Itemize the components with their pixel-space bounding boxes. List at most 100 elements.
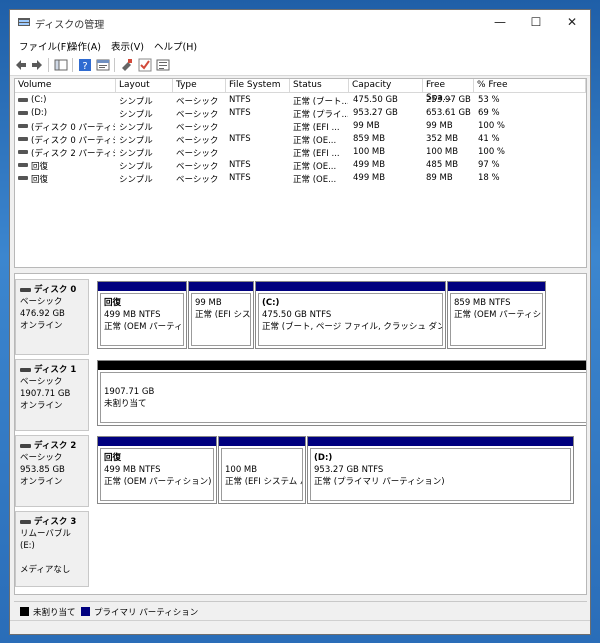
- partition-name: 回復: [104, 298, 122, 308]
- cell-free-space: 99 MB: [426, 121, 453, 131]
- toolbar-separator: [72, 58, 73, 72]
- partition[interactable]: 回復 499 MB NTFS 正常 (OEM パーティション): [97, 436, 217, 504]
- partition-status: 正常 (EFI シス: [195, 310, 251, 320]
- cell-capacity: 99 MB: [353, 121, 380, 131]
- menu-bar: ファイル(F) 操作(A) 表示(V) ヘルプ(H): [10, 36, 590, 54]
- partition-size: 499 MB NTFS: [104, 465, 161, 475]
- cell-capacity: 499 MB: [353, 160, 386, 170]
- partition-size: 953.27 GB NTFS: [314, 465, 384, 475]
- partition[interactable]: 99 MB 正常 (EFI シス: [188, 281, 254, 349]
- svg-text:?: ?: [82, 61, 87, 72]
- check-icon[interactable]: [138, 58, 152, 72]
- partition[interactable]: 100 MB 正常 (EFI システム パ: [218, 436, 306, 504]
- partition-name: 回復: [104, 453, 122, 463]
- disk-status: オンライン: [20, 401, 63, 411]
- column-header-type[interactable]: Type: [173, 79, 226, 93]
- minimize-button[interactable]: —: [482, 10, 518, 36]
- cell-layout: シンプル: [119, 136, 153, 146]
- cell-status: 正常 (EFI ...: [293, 149, 340, 159]
- partition-size: 859 MB NTFS: [454, 298, 511, 308]
- partition-status: 正常 (OEM パーティショ: [454, 310, 543, 320]
- back-arrow-icon[interactable]: [14, 58, 28, 72]
- disk-size: 476.92 GB: [20, 309, 65, 319]
- list-icon[interactable]: [156, 58, 170, 72]
- cell-layout: シンプル: [119, 149, 153, 159]
- legend-swatch-primary: [81, 607, 90, 616]
- partition-status: 未割り当て: [104, 399, 147, 409]
- column-header-volume[interactable]: Volume: [15, 79, 116, 93]
- cell-status: 正常 (OE...: [293, 136, 337, 146]
- title-bar[interactable]: ディスクの管理 — ☐ ✕: [10, 10, 590, 36]
- partition[interactable]: 1907.71 GB 未割り当て: [97, 360, 586, 426]
- partition[interactable]: 回復 499 MB NTFS 正常 (OEM パーティシ: [97, 281, 187, 349]
- cell-file-system: NTFS: [229, 160, 251, 170]
- properties-icon[interactable]: [96, 58, 110, 72]
- partition[interactable]: (D:) 953.27 GB NTFS 正常 (プライマリ パーティション): [307, 436, 574, 504]
- cell-type: ベーシック: [176, 123, 219, 133]
- console-tree-icon[interactable]: [54, 58, 68, 72]
- help-icon[interactable]: ?: [78, 58, 92, 72]
- close-button[interactable]: ✕: [554, 10, 590, 36]
- column-header-free-space[interactable]: Free Spa...: [423, 79, 474, 103]
- toolbar-separator: [114, 58, 115, 72]
- partition-size: 1907.71 GB: [104, 387, 155, 397]
- column-header-capacity[interactable]: Capacity: [349, 79, 423, 93]
- partition[interactable]: 859 MB NTFS 正常 (OEM パーティショ: [447, 281, 546, 349]
- cell-free-space: 253.97 GB: [426, 95, 471, 105]
- column-header-status[interactable]: Status: [290, 79, 349, 93]
- cell-percent-free: 100 %: [478, 121, 506, 131]
- disk-3-label[interactable]: ディスク 3 リムーバブル (E:) メディアなし: [15, 511, 89, 587]
- disk-type: ベーシック: [20, 453, 63, 463]
- volume-icon: [18, 176, 28, 180]
- primary-partition-bar: [256, 282, 445, 291]
- cell-capacity: 499 MB: [353, 173, 386, 183]
- cell-volume: (C:): [31, 95, 47, 105]
- cell-file-system: NTFS: [229, 95, 251, 105]
- toolbar-separator: [48, 58, 49, 72]
- disk-icon: [20, 367, 31, 372]
- legend-label-primary: プライマリ パーティション: [94, 608, 199, 618]
- disk-status: オンライン: [20, 321, 63, 331]
- partition-status: 正常 (OEM パーティシ: [104, 322, 184, 332]
- cell-volume: 回復: [31, 162, 49, 172]
- table-row[interactable]: (ディスク 0 パーティシ... シンプル ベーシック NTFS 正常 (OE.…: [15, 133, 586, 146]
- partition[interactable]: (C:) 475.50 GB NTFS 正常 (ブート, ページ ファイル, ク…: [255, 281, 446, 349]
- cell-type: ベーシック: [176, 97, 219, 107]
- primary-partition-bar: [98, 282, 186, 291]
- disk-name: ディスク 1: [34, 365, 77, 375]
- table-row[interactable]: (C:) シンプル ベーシック NTFS 正常 (ブート... 475.50 G…: [15, 94, 586, 107]
- cell-layout: シンプル: [119, 97, 153, 107]
- menu-action[interactable]: 操作(A): [68, 39, 101, 53]
- forward-arrow-icon[interactable]: [30, 58, 44, 72]
- table-row[interactable]: 回復 シンプル ベーシック NTFS 正常 (OE... 499 MB 89 M…: [15, 172, 586, 185]
- cell-percent-free: 69 %: [478, 108, 500, 118]
- cell-capacity: 475.50 GB: [353, 95, 398, 105]
- toolbar: ?: [10, 54, 590, 76]
- table-row[interactable]: (ディスク 2 パーティシ... シンプル ベーシック 正常 (EFI ... …: [15, 146, 586, 159]
- cell-percent-free: 53 %: [478, 95, 500, 105]
- cell-layout: シンプル: [119, 123, 153, 133]
- disk-0-label[interactable]: ディスク 0 ベーシック 476.92 GB オンライン: [15, 279, 89, 355]
- maximize-button[interactable]: ☐: [518, 10, 554, 36]
- table-row[interactable]: (ディスク 0 パーティシ... シンプル ベーシック 正常 (EFI ... …: [15, 120, 586, 133]
- disk-1-label[interactable]: ディスク 1 ベーシック 1907.71 GB オンライン: [15, 359, 89, 431]
- disk-2-label[interactable]: ディスク 2 ベーシック 953.85 GB オンライン: [15, 435, 89, 507]
- disk-size: 1907.71 GB: [20, 389, 71, 399]
- cell-type: ベーシック: [176, 175, 219, 185]
- table-row[interactable]: (D:) シンプル ベーシック NTFS 正常 (プライ... 953.27 G…: [15, 107, 586, 120]
- volume-icon: [18, 137, 28, 141]
- menu-help[interactable]: ヘルプ(H): [154, 39, 197, 53]
- volume-icon: [18, 124, 28, 128]
- table-row[interactable]: 回復 シンプル ベーシック NTFS 正常 (OE... 499 MB 485 …: [15, 159, 586, 172]
- column-header-layout[interactable]: Layout: [116, 79, 173, 93]
- column-header-percent-free[interactable]: % Free: [474, 79, 586, 93]
- partition-size: 99 MB: [195, 298, 222, 308]
- volume-icon: [18, 111, 28, 115]
- cell-layout: シンプル: [119, 175, 153, 185]
- cell-percent-free: 100 %: [478, 147, 506, 157]
- column-header-file-system[interactable]: File System: [226, 79, 290, 93]
- connect-icon[interactable]: [120, 58, 134, 72]
- partition-status: 正常 (プライマリ パーティション): [314, 477, 445, 487]
- menu-file[interactable]: ファイル(F): [19, 39, 70, 53]
- menu-view[interactable]: 表示(V): [111, 39, 144, 53]
